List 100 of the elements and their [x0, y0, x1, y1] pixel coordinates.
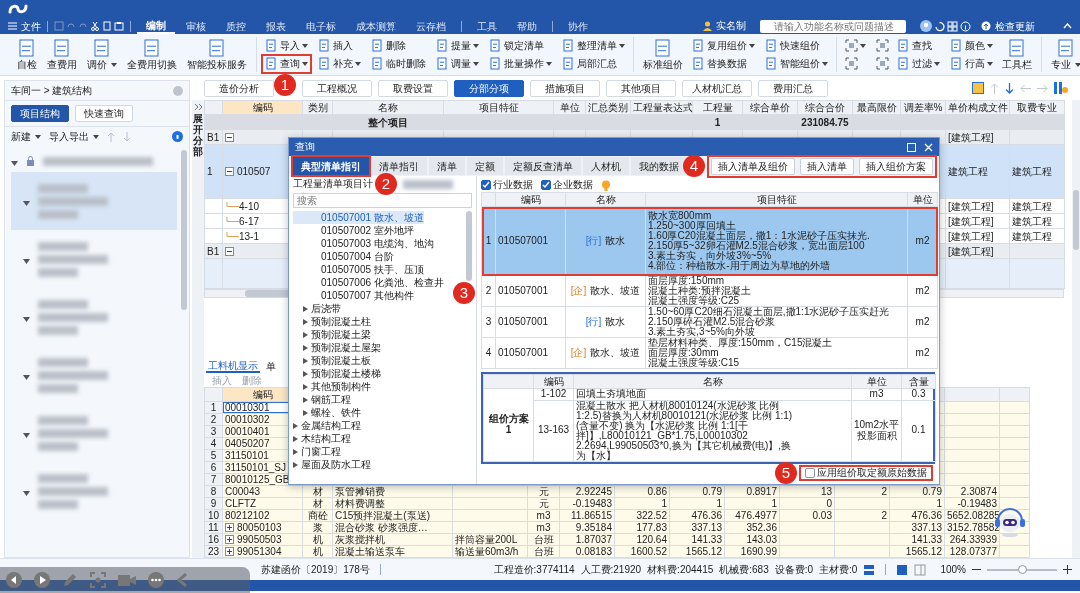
ribbon-button[interactable]: 专业 — [1048, 38, 1080, 71]
expand-icon[interactable] — [225, 523, 234, 532]
dialog-tab[interactable]: 定额反查清单 — [505, 157, 581, 175]
tree-item[interactable]: 010507005 扶手、压顶 — [293, 263, 424, 276]
ribbon-button[interactable]: 替换数据 — [690, 55, 757, 72]
view-tab[interactable]: 措施项目 — [530, 79, 600, 97]
toolbar-button[interactable]: 新建 — [11, 131, 41, 142]
pane-tab[interactable]: 单 — [264, 359, 278, 373]
search-field[interactable]: 搜索 — [293, 193, 472, 208]
dialog-tab[interactable]: 清单 — [429, 157, 465, 175]
expanded-caret-icon[interactable] — [23, 489, 30, 497]
zoom-in-icon[interactable] — [1063, 565, 1072, 574]
down-arrow-icon[interactable] — [1005, 82, 1014, 94]
tree-item[interactable]: 预制混凝土板 — [293, 354, 371, 367]
search-field[interactable]: 请输入功能名称或问题描述 — [760, 19, 906, 33]
toolbar-button[interactable]: 导入导出 — [49, 131, 99, 142]
pencil-icon[interactable] — [62, 572, 78, 588]
ribbon-button[interactable]: 过滤 — [895, 55, 942, 72]
tree-item[interactable]: 金属结构工程 — [293, 419, 361, 432]
tree-item[interactable]: 后浇带 — [293, 302, 341, 315]
ribbon-button[interactable]: 导入 — [263, 37, 310, 54]
panel-tab[interactable]: 快速查询 — [75, 105, 133, 122]
view-tab[interactable]: 分部分项 — [454, 79, 524, 97]
tree-item[interactable]: 预制混凝土柱 — [293, 315, 371, 328]
checkbox[interactable]: 企业数据 — [541, 179, 593, 191]
more-icon[interactable] — [148, 572, 164, 588]
ribbon-button[interactable]: 快速组价 — [763, 37, 830, 54]
image-icon[interactable] — [972, 82, 984, 94]
expanded-caret-icon[interactable] — [23, 257, 30, 265]
ribbon-button[interactable]: 自检 — [14, 38, 40, 71]
action-button[interactable]: 插入清单 — [800, 157, 854, 175]
ribbon-button[interactable]: 锁定清单 — [487, 37, 554, 54]
action-button[interactable]: 插入清单及组价 — [711, 157, 795, 175]
view-tab[interactable]: 工程概况 — [302, 79, 372, 97]
tree-item[interactable]: 010507006 化粪池、检查井 — [293, 276, 444, 289]
ribbon-button[interactable]: 批量操作 — [487, 55, 554, 72]
dialog-tab[interactable]: 人材机 — [583, 157, 629, 175]
tree-item[interactable]: 010507003 电缆沟、地沟 — [293, 237, 434, 250]
ribbon-button[interactable]: 插入 — [316, 37, 363, 54]
ribbon-button[interactable]: 查询 — [263, 55, 310, 72]
expand-icon[interactable] — [225, 535, 234, 544]
tree-item[interactable]: 屋面及防水工程 — [293, 458, 371, 471]
ribbon-button[interactable]: 整理清单 — [560, 37, 627, 54]
ribbon-button[interactable]: 复用组价 — [690, 37, 757, 54]
expanded-caret-icon[interactable] — [11, 159, 18, 167]
file-menu[interactable]: 文件 — [8, 20, 41, 32]
copy-icon[interactable] — [102, 21, 112, 31]
collapse-icon[interactable] — [225, 246, 234, 256]
menu-tab[interactable]: 云存档 — [407, 18, 455, 34]
ribbon-button[interactable]: 标准组价 — [640, 38, 686, 71]
tree-item[interactable]: 预制混凝土屋架 — [293, 341, 381, 354]
view-tab[interactable]: 费用汇总 — [758, 79, 828, 97]
update-button[interactable]: 检查更新 — [981, 20, 1035, 32]
view-tab[interactable]: 取费设置 — [378, 79, 448, 97]
ribbon-button[interactable]: 智能组价 — [763, 55, 830, 72]
expanded-caret-icon[interactable] — [23, 199, 30, 207]
tree-item[interactable]: 螺栓、铁件 — [293, 406, 361, 419]
slider-thumb[interactable] — [1018, 564, 1027, 574]
refresh-icon[interactable] — [934, 20, 945, 32]
back-icon[interactable] — [6, 572, 22, 588]
scrollbar[interactable] — [466, 211, 472, 281]
dialog-tab[interactable]: 我的数据 — [631, 157, 687, 175]
view-tab[interactable]: 人材机汇总 — [682, 79, 752, 97]
expanded-caret-icon[interactable] — [23, 373, 30, 381]
columns-icon[interactable] — [1054, 82, 1068, 94]
tree-item[interactable]: 门窗工程 — [293, 445, 341, 458]
dialog-tab[interactable]: 典型清单指引 — [293, 157, 369, 175]
ribbon-button[interactable]: 提量 — [434, 37, 481, 54]
menu-tab[interactable]: 工具 — [468, 18, 506, 34]
ribbon-button[interactable]: 智能投标服务 — [184, 38, 250, 71]
menu-tab[interactable]: 报表 — [257, 18, 295, 34]
tree-item[interactable]: 010507001 散水、坡道 — [293, 211, 424, 224]
zoom-slider[interactable] — [987, 568, 1057, 571]
play-icon[interactable] — [34, 572, 50, 588]
close-icon[interactable] — [924, 142, 933, 152]
tree-item[interactable]: 预制混凝土楼梯 — [293, 367, 381, 380]
collapse-icon[interactable] — [225, 167, 234, 176]
view-tab[interactable]: 其他项目 — [606, 79, 676, 97]
scrollbar[interactable] — [181, 150, 187, 310]
ribbon-button[interactable]: 删除 — [369, 37, 428, 54]
ribbon-button[interactable]: 全费用切换 — [124, 38, 180, 71]
dialog-tab[interactable]: 清单指引 — [371, 157, 427, 175]
checkbox[interactable]: 应用组价取定额原始数据 — [801, 466, 931, 479]
menu-tab[interactable]: 成本测算 — [347, 18, 405, 34]
tree-item[interactable]: 010507004 台阶 — [293, 250, 394, 263]
expanded-caret-icon[interactable] — [23, 315, 30, 323]
menu-tab[interactable]: 质控 — [217, 18, 255, 34]
grid-icon[interactable] — [947, 20, 958, 32]
panel-tab[interactable]: 项目结构 — [11, 105, 69, 122]
menu-tab[interactable]: 电子标 — [297, 18, 345, 34]
info-badge-icon[interactable] — [172, 131, 183, 142]
bracket-button[interactable] — [843, 37, 868, 54]
ribbon-button[interactable]: 临时删除 — [369, 55, 428, 72]
screenshot-icon[interactable] — [90, 572, 106, 588]
paste-icon[interactable] — [114, 21, 124, 31]
menu-tab[interactable]: 审核 — [177, 18, 215, 34]
ribbon-button[interactable]: 查找 — [895, 37, 942, 54]
ribbon-button[interactable]: 调价 — [84, 38, 120, 71]
ribbon-button[interactable]: 补充 — [316, 55, 363, 72]
checkbox[interactable]: 行业数据 — [481, 179, 533, 191]
